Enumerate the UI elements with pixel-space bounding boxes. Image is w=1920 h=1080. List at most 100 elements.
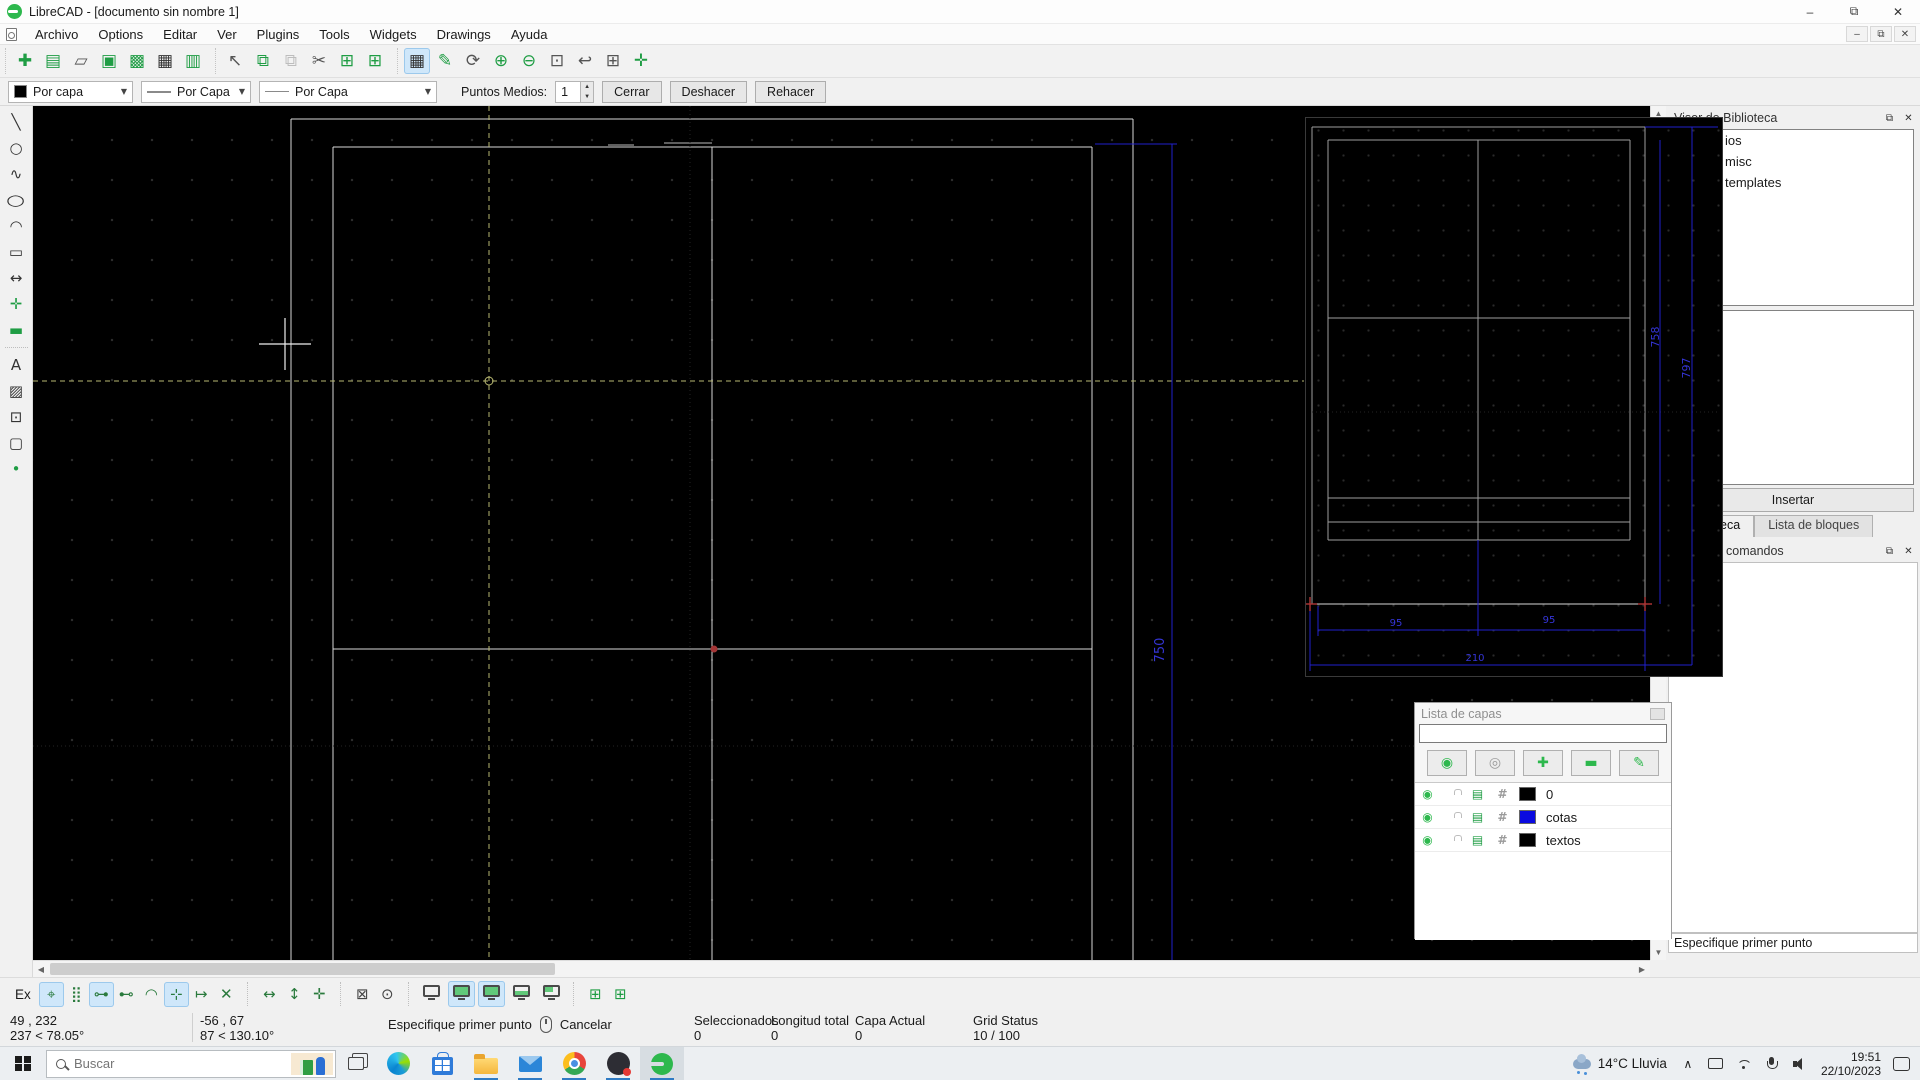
edit-layer-button[interactable]: ✎ <box>1619 750 1659 776</box>
snap-middle-icon[interactable]: ⊹ <box>164 982 189 1007</box>
taskbar-explorer-icon[interactable] <box>464 1047 508 1080</box>
menu-item[interactable]: Archivo <box>25 25 88 44</box>
menu-item[interactable]: Ver <box>207 25 247 44</box>
restrict-vertical-icon[interactable]: ↕ <box>282 982 307 1007</box>
layer-row[interactable]: ◉ ▤ # 0 <box>1415 783 1671 806</box>
minimize-button[interactable]: – <box>1788 0 1832 23</box>
save-as-icon[interactable]: ▩ <box>124 48 150 74</box>
taskbar-librecad-icon[interactable] <box>640 1047 684 1080</box>
remove-layer-button[interactable]: ▬ <box>1571 750 1611 776</box>
stepper-arrows[interactable]: ▲▼ <box>581 81 594 103</box>
scroll-left-icon[interactable]: ◀ <box>33 965 49 974</box>
menu-item[interactable]: Plugins <box>247 25 310 44</box>
layer-row[interactable]: ◉ ▤ # textos <box>1415 829 1671 852</box>
zoom-pan-icon[interactable]: ✛ <box>628 48 654 74</box>
new-from-template-icon[interactable]: ▤ <box>40 48 66 74</box>
taskbar-store-icon[interactable] <box>420 1047 464 1080</box>
wifi-icon[interactable] <box>1735 1055 1753 1073</box>
volume-icon[interactable] <box>1791 1055 1809 1073</box>
view-mode-2-icon[interactable] <box>448 981 475 1007</box>
horizontal-scroll-thumb[interactable] <box>50 963 555 975</box>
snap-on-entity-icon[interactable]: ⊷ <box>114 982 139 1007</box>
close-tool-button[interactable]: Cerrar <box>602 81 661 103</box>
image-tool-icon[interactable]: ⊡ <box>3 404 30 430</box>
restrict-horizontal-icon[interactable]: ↔ <box>257 982 282 1007</box>
arc-tool-icon[interactable]: ◠ <box>3 213 30 239</box>
layer-name[interactable]: textos <box>1546 833 1581 848</box>
layer-visible-icon[interactable]: ◉ <box>1415 810 1440 824</box>
hatch-tool-icon[interactable]: ▨ <box>3 378 30 404</box>
menu-item[interactable]: Tools <box>309 25 359 44</box>
print-icon[interactable]: ▦ <box>152 48 178 74</box>
pen-width-combo[interactable]: Por Capa ▼ <box>141 81 251 103</box>
close-button[interactable]: ✕ <box>1876 0 1920 23</box>
modify-tool-icon[interactable]: ✛ <box>3 291 30 317</box>
layer-name[interactable]: cotas <box>1546 810 1577 825</box>
snap-grid-icon[interactable]: ⣿ <box>64 982 89 1007</box>
layer-color-swatch[interactable] <box>1519 833 1536 847</box>
mdi-close-button[interactable]: ✕ <box>1894 26 1916 42</box>
taskbar-search[interactable] <box>46 1050 336 1078</box>
layer-construction-icon[interactable]: # <box>1490 833 1515 847</box>
draft-mode-icon[interactable]: ✎ <box>432 48 458 74</box>
midpoints-value[interactable]: 1 <box>555 81 581 103</box>
close-panel-icon[interactable]: ✕ <box>1901 111 1916 126</box>
hide-all-layers-button[interactable]: ◎ <box>1475 750 1515 776</box>
panel-menu-button[interactable] <box>1650 708 1665 720</box>
show-all-layers-button[interactable]: ◉ <box>1427 750 1467 776</box>
horizontal-scrollbar[interactable]: ◀ ▶ <box>33 960 1650 977</box>
clock[interactable]: 19:51 22/10/2023 <box>1821 1050 1881 1078</box>
layer-construction-icon[interactable]: # <box>1490 810 1515 824</box>
command-prompt[interactable]: Especifique primer punto <box>1668 933 1918 953</box>
text-tool-icon[interactable]: A <box>3 352 30 378</box>
redo-button[interactable]: Rehacer <box>755 81 826 103</box>
secondary-drawing-window[interactable]: 7587979595210 <box>1305 117 1723 677</box>
zoom-auto-icon[interactable]: ⊡ <box>544 48 570 74</box>
lock-relative-zero-icon[interactable]: ⊠ <box>350 982 375 1007</box>
weather-widget[interactable]: 14°C Lluvia <box>1573 1056 1667 1071</box>
layer-row[interactable]: ◉ ▤ # cotas <box>1415 806 1671 829</box>
taskbar-edge-icon[interactable] <box>376 1047 420 1080</box>
save-icon[interactable]: ▣ <box>96 48 122 74</box>
add-layer-button[interactable]: ✚ <box>1523 750 1563 776</box>
midpoints-stepper[interactable]: 1 ▲▼ <box>555 81 594 103</box>
paste-entities-icon[interactable]: ⊞ <box>362 48 388 74</box>
restrict-orthogonal-icon[interactable]: ✛ <box>307 982 332 1007</box>
block-tool-icon[interactable]: ▢ <box>3 430 30 456</box>
menu-item[interactable]: Ayuda <box>501 25 558 44</box>
open-icon[interactable]: ▱ <box>68 48 94 74</box>
dimension-tool-icon[interactable]: ↔ <box>3 265 30 291</box>
layer-print-icon[interactable]: ▤ <box>1465 787 1490 801</box>
menu-item[interactable]: Editar <box>153 25 207 44</box>
view-mode-1-icon[interactable] <box>418 981 445 1007</box>
zoom-out-icon[interactable]: ⊖ <box>516 48 542 74</box>
close-panel-icon[interactable]: ✕ <box>1901 544 1916 559</box>
mdi-restore-button[interactable]: ⧉ <box>1870 26 1892 42</box>
snap-center-icon[interactable]: ◠ <box>139 982 164 1007</box>
copy-icon[interactable]: ⧉ <box>250 48 276 74</box>
menu-item[interactable]: Widgets <box>360 25 427 44</box>
layer-filter-input[interactable] <box>1419 724 1667 743</box>
snap-intersection-icon[interactable]: ✕ <box>214 982 239 1007</box>
tray-window-icon[interactable] <box>1707 1055 1725 1073</box>
view-mode-5-icon[interactable] <box>538 981 565 1007</box>
layer-print-icon[interactable]: ▤ <box>1465 810 1490 824</box>
spline-tool-icon[interactable]: ∿ <box>3 161 30 187</box>
paste-icon[interactable]: ⧉ <box>278 48 304 74</box>
set-relative-zero-icon[interactable]: ⊙ <box>375 982 400 1007</box>
pen-linetype-combo[interactable]: Por Capa ▼ <box>259 81 437 103</box>
layer-visible-icon[interactable]: ◉ <box>1415 787 1440 801</box>
view-mode-4-icon[interactable] <box>508 981 535 1007</box>
point-tool-icon[interactable]: • <box>3 456 30 482</box>
layer-color-swatch[interactable] <box>1519 810 1536 824</box>
select-cursor-icon[interactable]: ↖ <box>222 48 248 74</box>
layer-visible-icon[interactable]: ◉ <box>1415 833 1440 847</box>
undo-button[interactable]: Deshacer <box>670 81 748 103</box>
mdi-minimize-button[interactable]: – <box>1846 26 1868 42</box>
copy-entities-icon[interactable]: ⊞ <box>334 48 360 74</box>
search-input[interactable] <box>74 1056 326 1071</box>
zoom-previous-icon[interactable]: ↩ <box>572 48 598 74</box>
stepper-up-icon[interactable]: ▲ <box>581 82 593 92</box>
zoom-redraw-icon[interactable]: ⟳ <box>460 48 486 74</box>
line-tool-icon[interactable]: ╲ <box>3 109 30 135</box>
